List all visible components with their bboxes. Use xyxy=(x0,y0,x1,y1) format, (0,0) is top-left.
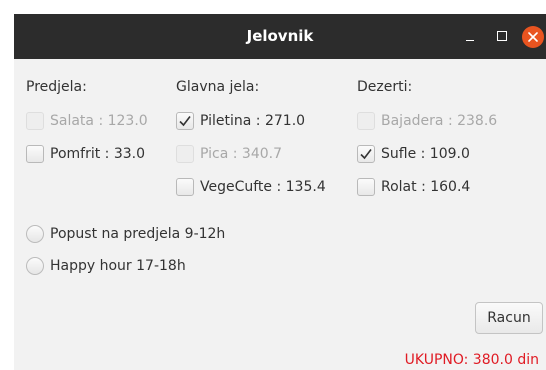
checkbox-pomfrit[interactable]: Pomfrit : 33.0 xyxy=(26,143,145,165)
radio-happy-hour[interactable]: Happy hour 17-18h xyxy=(26,255,186,277)
checkbox-salata[interactable]: Salata : 123.0 xyxy=(26,110,148,132)
checkbox-box[interactable] xyxy=(26,145,44,163)
checkbox-box[interactable] xyxy=(357,145,375,163)
checkbox-box[interactable] xyxy=(26,112,44,130)
racun-button[interactable]: Racun xyxy=(475,302,543,334)
radio-discount-appetizers[interactable]: Popust na predjela 9-12h xyxy=(26,223,225,245)
checkbox-box[interactable] xyxy=(357,112,375,130)
checkbox-sufle[interactable]: Sufle : 109.0 xyxy=(357,143,470,165)
title-bar[interactable]: Jelovnik xyxy=(14,14,546,59)
checkbox-box[interactable] xyxy=(176,178,194,196)
minimize-icon[interactable] xyxy=(459,26,481,48)
checkbox-vegecufte[interactable]: VegeCufte : 135.4 xyxy=(176,176,326,198)
checkbox-label: Salata : 123.0 xyxy=(50,113,148,129)
checkbox-label: Pica : 340.7 xyxy=(200,146,282,162)
checkbox-piletina[interactable]: Piletina : 271.0 xyxy=(176,110,305,132)
radio-circle[interactable] xyxy=(26,257,44,275)
checkbox-label: Pomfrit : 33.0 xyxy=(50,146,145,162)
checkbox-pica[interactable]: Pica : 340.7 xyxy=(176,143,282,165)
checkbox-box[interactable] xyxy=(357,178,375,196)
checkmark-icon xyxy=(179,116,191,127)
appetizers-header: Predjela: xyxy=(26,79,87,95)
radio-circle[interactable] xyxy=(26,225,44,243)
checkbox-bajadera[interactable]: Bajadera : 238.6 xyxy=(357,110,497,132)
radio-label: Popust na predjela 9-12h xyxy=(50,226,226,242)
close-icon[interactable] xyxy=(522,26,544,48)
radio-label: Happy hour 17-18h xyxy=(50,258,186,274)
checkbox-label: Rolat : 160.4 xyxy=(381,179,471,195)
mains-header: Glavna jela: xyxy=(176,79,260,95)
total-label: UKUPNO: 380.0 din xyxy=(404,352,539,368)
maximize-icon[interactable] xyxy=(491,26,513,48)
checkbox-label: Sufle : 109.0 xyxy=(381,146,470,162)
checkbox-box[interactable] xyxy=(176,112,194,130)
checkbox-label: VegeCufte : 135.4 xyxy=(200,179,326,195)
app-window: Jelovnik Predjela: Glavna jela: Dezerti:… xyxy=(14,14,546,370)
checkmark-icon xyxy=(360,149,372,160)
checkbox-box[interactable] xyxy=(176,145,194,163)
checkbox-label: Piletina : 271.0 xyxy=(200,113,306,129)
main-content: Predjela: Glavna jela: Dezerti: Salata :… xyxy=(14,59,546,370)
checkbox-label: Bajadera : 238.6 xyxy=(381,113,498,129)
checkbox-rolat[interactable]: Rolat : 160.4 xyxy=(357,176,470,198)
desserts-header: Dezerti: xyxy=(357,79,413,95)
